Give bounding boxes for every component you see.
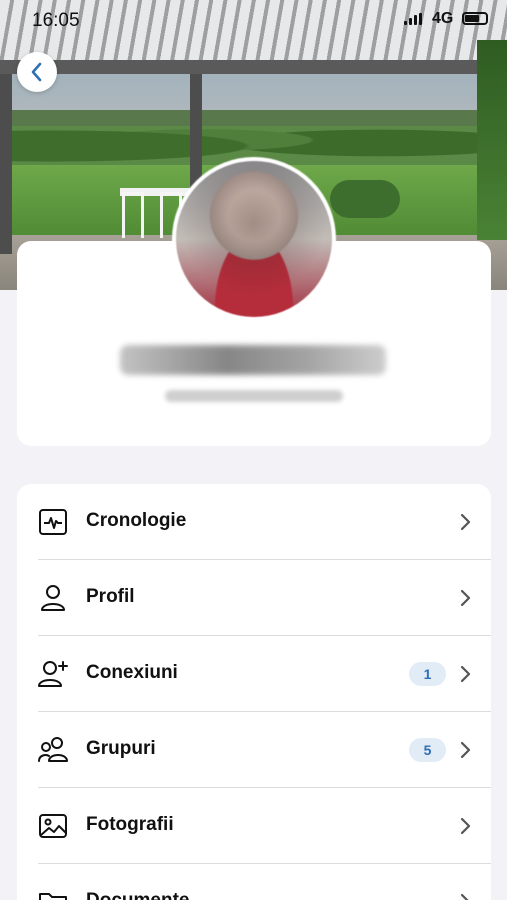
chevron-right-icon <box>460 893 469 900</box>
chevron-right-icon <box>460 817 471 835</box>
menu-item-cronologie[interactable]: Cronologie <box>17 484 491 560</box>
menu-item-profil[interactable]: Profil <box>17 560 491 636</box>
menu-item-fotografii[interactable]: Fotografii <box>17 788 491 864</box>
people-icon <box>38 737 68 762</box>
signal-icon <box>404 13 422 25</box>
battery-icon <box>462 12 488 25</box>
chevron-right-icon <box>460 589 471 607</box>
avatar[interactable] <box>172 157 336 321</box>
menu-item-documente[interactable]: Documente <box>17 864 491 900</box>
status-bar: 16:05 4G <box>0 0 507 40</box>
menu-item-label: Documente <box>86 890 189 900</box>
menu-item-label: Grupuri <box>86 738 156 759</box>
folder-icon <box>39 893 67 900</box>
menu-item-conexiuni[interactable]: Conexiuni 1 <box>17 636 491 712</box>
count-badge: 1 <box>409 662 446 686</box>
menu-item-label: Cronologie <box>86 510 187 531</box>
chevron-right-icon <box>460 513 471 531</box>
profile-name <box>120 345 386 375</box>
back-button[interactable] <box>17 52 57 92</box>
profile-menu: Cronologie Profil Conexiuni 1 Grupuri 5 … <box>17 484 491 900</box>
photo-icon <box>39 814 67 838</box>
chevron-right-icon <box>460 741 471 759</box>
profile-subtitle <box>165 390 343 402</box>
person-icon <box>41 585 65 611</box>
count-badge: 5 <box>409 738 446 762</box>
chevron-left-icon <box>31 62 42 82</box>
status-time: 16:05 <box>32 10 80 31</box>
activity-icon <box>39 509 67 535</box>
menu-item-label: Fotografii <box>86 814 174 835</box>
network-type: 4G <box>432 10 454 27</box>
menu-item-grupuri[interactable]: Grupuri 5 <box>17 712 491 788</box>
chevron-right-icon <box>460 665 471 683</box>
person-add-icon <box>38 661 68 687</box>
menu-item-label: Conexiuni <box>86 662 178 683</box>
menu-item-label: Profil <box>86 586 135 607</box>
